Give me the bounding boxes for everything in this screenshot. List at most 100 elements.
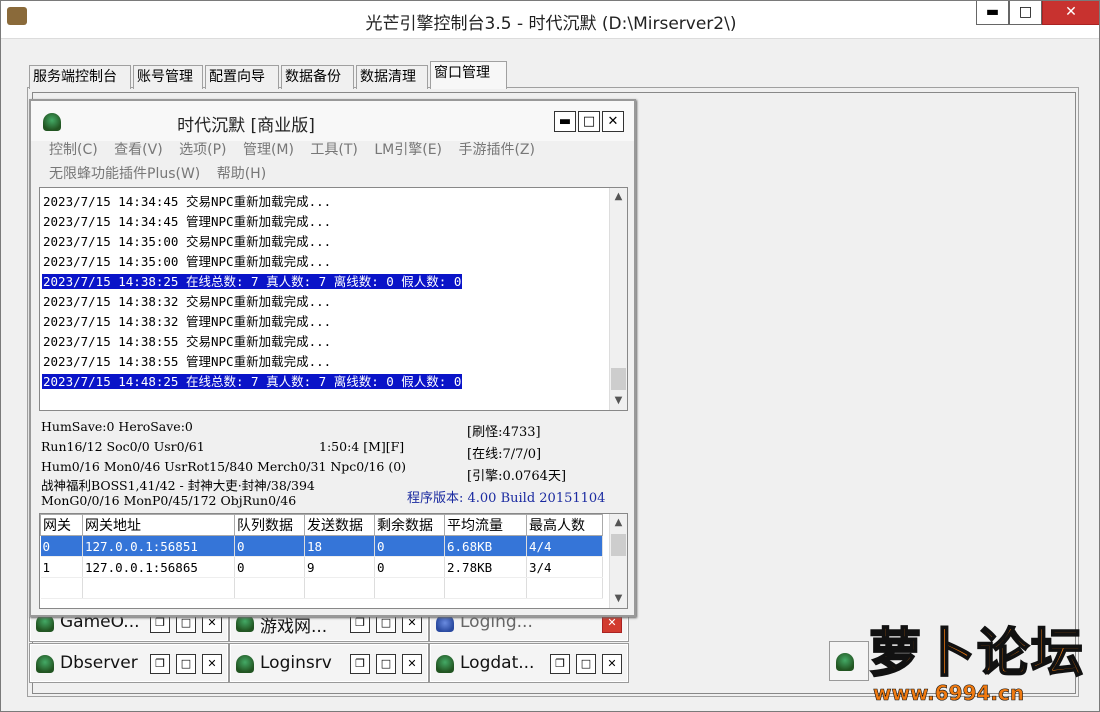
program-version: 程序版本: 4.00 Build 20151104	[407, 491, 606, 506]
log-line[interactable]: 2023/7/15 14:38:55 管理NPC重新加载完成...	[42, 352, 602, 372]
log-scrollbar[interactable]: ▲ ▼	[609, 188, 627, 410]
stat-online: [在线:7/7/0]	[467, 447, 542, 462]
stat-hum: Hum0/16 Mon0/46 UsrRot15/840 Merch0/31 N…	[41, 459, 407, 474]
stat-refresh: [刷怪:4733]	[467, 425, 541, 440]
gateway-scrollbar[interactable]: ▲ ▼	[609, 514, 627, 608]
close-button[interactable]: ✕	[1042, 1, 1099, 25]
close-button[interactable]: ✕	[602, 654, 622, 674]
watermark-logo: 萝卜论坛 www.6994.cn	[849, 611, 1089, 707]
menu-tools[interactable]: 工具(T)	[310, 142, 357, 158]
menu-manage[interactable]: 管理(M)	[243, 142, 294, 158]
col-header[interactable]: 剩余数据	[374, 514, 445, 536]
tab-server-console[interactable]: 服务端控制台	[29, 65, 131, 89]
table-row[interactable]	[40, 577, 603, 599]
watermark-url: www.6994.cn	[873, 681, 1025, 706]
col-header[interactable]: 平均流量	[444, 514, 527, 536]
menu-lm-engine[interactable]: LM引擎(E)	[374, 142, 442, 158]
title-bar[interactable]: 光芒引擎控制台3.5 - 时代沉默 (D:\Mirserver2\) ▬ □ ✕	[1, 1, 1099, 39]
log-line[interactable]: 2023/7/15 14:38:55 交易NPC重新加载完成...	[42, 332, 602, 352]
maximize-button[interactable]: □	[578, 111, 600, 132]
log-line[interactable]: 2023/7/15 14:34:45 管理NPC重新加载完成...	[42, 212, 602, 232]
log-line-selected[interactable]: 2023/7/15 14:38:25 在线总数: 7 真人数: 7 离线数: 0…	[42, 272, 602, 292]
tab-window-management[interactable]: 窗口管理	[430, 61, 507, 89]
cell: 0	[40, 535, 83, 557]
log-lines: 2023/7/15 14:34:45 交易NPC重新加载完成... 2023/7…	[42, 192, 602, 392]
col-header[interactable]: 网关地址	[82, 514, 235, 536]
col-header[interactable]: 发送数据	[304, 514, 375, 536]
close-button[interactable]: ✕	[602, 111, 624, 132]
cell: 1	[40, 556, 83, 578]
game-server-icon	[36, 655, 54, 673]
menu-options[interactable]: 选项(P)	[179, 142, 226, 158]
log-line[interactable]: 2023/7/15 14:38:32 管理NPC重新加载完成...	[42, 312, 602, 332]
mini-window-logdata[interactable]: Logdat... ❐ □ ✕	[429, 643, 629, 683]
stat-mon: MonG0/0/16 MonP0/45/172 ObjRun0/46	[41, 493, 297, 508]
maximize-button[interactable]: □	[576, 654, 596, 674]
gateway-table: 网关 网关地址 队列数据 发送数据 剩余数据 平均流量 最高人数 0 127.0…	[40, 514, 603, 599]
cell: 6.68KB	[444, 535, 527, 557]
log-line[interactable]: 2023/7/15 14:35:00 交易NPC重新加载完成...	[42, 232, 602, 252]
minimize-button[interactable]: ▬	[976, 1, 1009, 25]
table-header-row: 网关 网关地址 队列数据 发送数据 剩余数据 平均流量 最高人数	[40, 514, 603, 536]
maximize-button[interactable]: □	[176, 654, 196, 674]
scroll-up-arrow-icon[interactable]: ▲	[610, 514, 627, 532]
minimize-button[interactable]: ▬	[554, 111, 576, 132]
stat-boss: 战神福利BOSS1,41/42 - 封神大吏·封神/38/394	[41, 478, 315, 493]
cell: 18	[304, 535, 375, 557]
cell: 0	[234, 556, 305, 578]
log-line-selected[interactable]: 2023/7/15 14:48:25 在线总数: 7 真人数: 7 离线数: 0…	[42, 372, 602, 392]
cell: 2.78KB	[444, 556, 527, 578]
menu-mobile-plugin[interactable]: 手游插件(Z)	[458, 142, 535, 158]
mini-window-dbserver[interactable]: Dbserver ❐ □ ✕	[29, 643, 229, 683]
col-header[interactable]: 队列数据	[234, 514, 305, 536]
scroll-down-arrow-icon[interactable]: ▼	[610, 392, 627, 410]
close-button[interactable]: ✕	[202, 654, 222, 674]
table-row[interactable]: 0 127.0.0.1:56851 0 18 0 6.68KB 4/4	[40, 535, 603, 557]
col-header[interactable]: 网关	[40, 514, 83, 536]
tab-data-cleanup[interactable]: 数据清理	[356, 65, 428, 89]
stat-uptime: 1:50:4 [M][F]	[319, 439, 405, 454]
log-line[interactable]: 2023/7/15 14:34:45 交易NPC重新加载完成...	[42, 192, 602, 212]
stat-run: Run16/12 Soc0/0 Usr0/61	[41, 439, 205, 454]
gateway-listview[interactable]: 网关 网关地址 队列数据 发送数据 剩余数据 平均流量 最高人数 0 127.0…	[39, 513, 628, 609]
tab-config-wizard[interactable]: 配置向导	[205, 65, 279, 89]
cell: 0	[374, 556, 445, 578]
scroll-down-arrow-icon[interactable]: ▼	[610, 590, 627, 608]
child-title-bar[interactable]: 时代沉默 [商业版] ▬ □ ✕	[31, 101, 634, 141]
menu-plugin-plus[interactable]: 无限蜂功能插件Plus(W)	[49, 166, 200, 182]
scroll-thumb[interactable]	[611, 534, 626, 556]
menu-bar: 控制(C) 查看(V) 选项(P) 管理(M) 工具(T) LM引擎(E) 手游…	[49, 139, 609, 187]
log-line[interactable]: 2023/7/15 14:35:00 管理NPC重新加载完成...	[42, 252, 602, 272]
log-listbox[interactable]: 2023/7/15 14:34:45 交易NPC重新加载完成... 2023/7…	[39, 187, 628, 411]
col-header[interactable]: 最高人数	[526, 514, 603, 536]
mini-window-title: Loginsrv	[260, 653, 332, 673]
menu-help[interactable]: 帮助(H)	[217, 166, 266, 182]
scroll-up-arrow-icon[interactable]: ▲	[610, 188, 627, 206]
table-row[interactable]: 1 127.0.0.1:56865 0 9 0 2.78KB 3/4	[40, 556, 603, 578]
mini-window-title: Logdat...	[460, 653, 535, 673]
mini-window-title: Dbserver	[60, 653, 138, 673]
cell: 0	[374, 535, 445, 557]
maximize-button[interactable]: □	[376, 654, 396, 674]
child-window-title: 时代沉默 [商业版]	[177, 116, 315, 136]
tab-data-backup[interactable]: 数据备份	[281, 65, 354, 89]
tab-account-management[interactable]: 账号管理	[133, 65, 203, 89]
restore-button[interactable]: ❐	[550, 654, 570, 674]
status-panel: HumSave:0 HeroSave:0 Run16/12 Soc0/0 Usr…	[39, 417, 628, 508]
close-button[interactable]: ✕	[402, 654, 422, 674]
watermark-text: 萝卜论坛	[868, 623, 1086, 685]
restore-button[interactable]: ❐	[150, 654, 170, 674]
menu-control[interactable]: 控制(C)	[49, 142, 98, 158]
cell: 0	[234, 535, 305, 557]
game-server-icon	[236, 655, 254, 673]
cell: 127.0.0.1:56851	[82, 535, 235, 557]
maximize-button[interactable]: □	[1009, 1, 1042, 25]
log-line[interactable]: 2023/7/15 14:38:32 交易NPC重新加载完成...	[42, 292, 602, 312]
menu-view[interactable]: 查看(V)	[114, 142, 163, 158]
game-server-icon	[436, 655, 454, 673]
cell: 4/4	[526, 535, 603, 557]
scroll-thumb[interactable]	[611, 368, 626, 390]
mini-window-loginsrv[interactable]: Loginsrv ❐ □ ✕	[229, 643, 429, 683]
restore-button[interactable]: ❐	[350, 654, 370, 674]
m2server-window: 时代沉默 [商业版] ▬ □ ✕ 控制(C) 查看(V) 选项(P) 管理(M)…	[29, 99, 636, 617]
